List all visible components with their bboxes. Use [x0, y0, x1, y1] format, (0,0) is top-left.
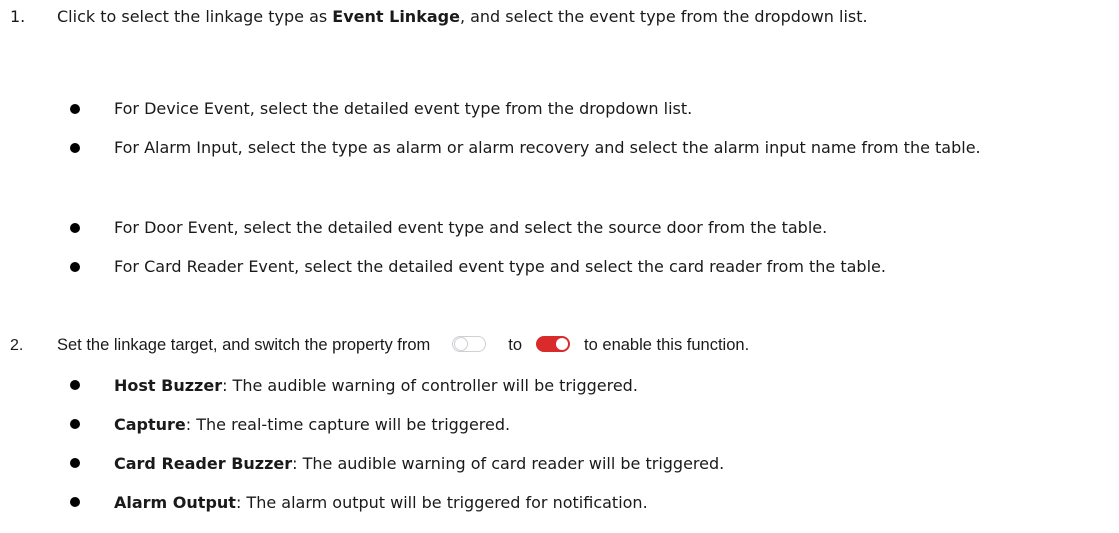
list-item-text: For Device Event, select the detailed ev…: [114, 99, 693, 118]
list-item-desc: : The audible warning of card reader wil…: [292, 454, 725, 473]
list-item-text: For Alarm Input, select the type as alar…: [114, 138, 981, 157]
step-text-connector: to: [508, 336, 523, 354]
step-text-tail: , and select the event type from the dro…: [459, 7, 868, 26]
toggle-on-icon: [536, 335, 571, 352]
list-item-term: Host Buzzer: [114, 376, 223, 395]
bullet-icon: [70, 458, 80, 468]
bullet-icon: [70, 419, 80, 429]
list-item-term: Capture: [114, 415, 186, 434]
list-item-text: For Card Reader Event, select the detail…: [114, 257, 886, 276]
list-item-term: Card Reader Buzzer: [114, 454, 293, 473]
list-item-text: Card Reader Buzzer: The audible warning …: [114, 448, 1107, 479]
list-item-desc: : The audible warning of controller will…: [222, 376, 638, 395]
list-item-desc: : The alarm output will be triggered for…: [235, 493, 648, 512]
step-number: 2.: [10, 337, 24, 354]
list-item-text: For Door Event, select the detailed even…: [114, 218, 828, 237]
bullet-icon: [70, 497, 80, 507]
bullet-icon: [70, 223, 80, 233]
step-text-lead: Click to select the linkage type as: [57, 7, 333, 26]
step-text: Click to select the linkage type as Even…: [57, 1, 1107, 32]
list-item-desc: : The real-time capture will be triggere…: [185, 415, 511, 434]
step-text-lead: Set the linkage target, and switch the p…: [57, 336, 431, 354]
document-page: 1. Click to select the linkage type as E…: [0, 0, 1119, 533]
bullet-icon: [70, 104, 80, 114]
step-text-bold: Event Linkage: [332, 7, 460, 26]
toggle-off-icon: [452, 335, 487, 352]
bullet-icon: [70, 262, 80, 272]
list-item-text: Capture: The real-time capture will be t…: [114, 409, 1107, 440]
step-text: Set the linkage target, and switch the p…: [57, 330, 1107, 361]
toggle-knob: [556, 337, 569, 350]
toggle-knob: [454, 337, 469, 352]
list-item-text: Host Buzzer: The audible warning of cont…: [114, 370, 1107, 401]
list-item-term: Alarm Output: [114, 493, 236, 512]
step-number: 1.: [10, 7, 26, 26]
bullet-icon: [70, 380, 80, 390]
step-text-tail: to enable this function.: [584, 336, 750, 354]
list-item-text: Alarm Output: The alarm output will be t…: [114, 487, 1107, 518]
bullet-icon: [70, 143, 80, 153]
